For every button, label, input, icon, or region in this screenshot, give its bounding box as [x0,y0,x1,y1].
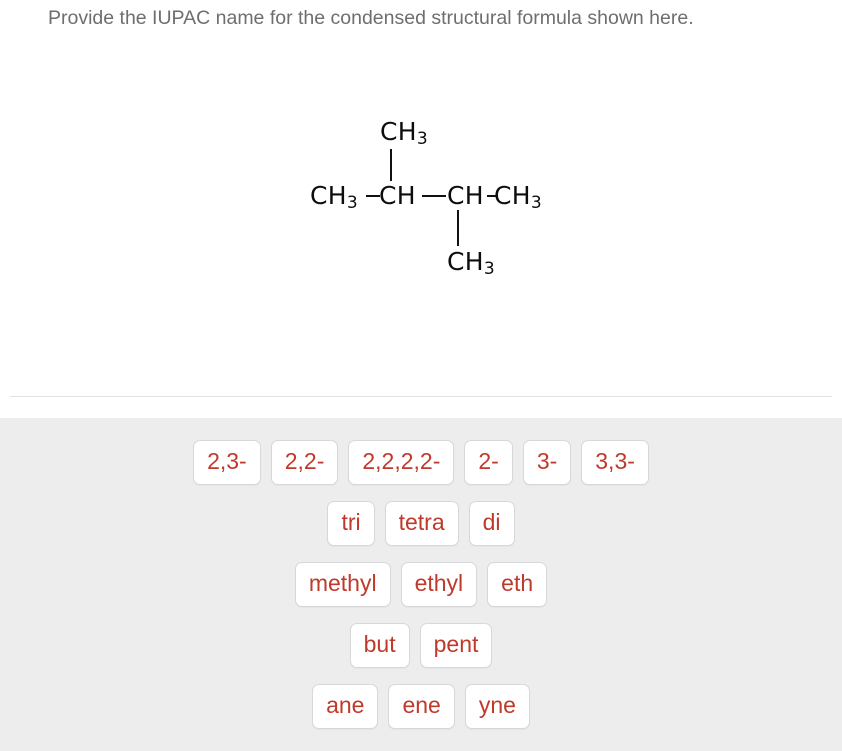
answer-tile[interactable]: 2,2,2,2- [348,440,455,485]
atom-symbol: CH [447,247,484,276]
atom-label: CH [379,183,416,208]
answer-tile[interactable]: tetra [384,501,459,546]
answer-tile[interactable]: tri [327,501,375,546]
bond-line [422,195,446,197]
answer-tile-row: 2,3- 2,2- 2,2,2,2- 2- 3- 3,3- [0,440,842,485]
answer-tile-row: but pent [0,623,842,668]
atom-symbol: CH [380,117,417,146]
bond-line [390,149,392,181]
answer-tile[interactable]: 2- [464,440,513,485]
answer-tile[interactable]: 2,2- [270,440,339,485]
atom-label: CH3 [380,117,428,148]
bond-line [366,195,380,197]
answer-tile[interactable]: yne [464,684,530,729]
answer-tile[interactable]: ethyl [400,562,478,607]
question-area: Provide the IUPAC name for the condensed… [0,0,842,418]
answer-tile-row: ane ene yne [0,684,842,729]
atom-subscript: 3 [530,193,542,213]
atom-symbol: CH [379,181,416,210]
atom-symbol: CH [447,181,484,210]
answer-tile[interactable]: ane [312,684,379,729]
bond-line [457,210,459,246]
answer-tile[interactable]: but [349,623,410,668]
atom-subscript: 3 [416,129,428,149]
answer-tile[interactable]: methyl [294,562,391,607]
answer-tile[interactable]: 3,3- [581,440,649,485]
answer-tile-row: methyl ethyl eth [0,562,842,607]
atom-subscript: 3 [483,259,495,279]
section-divider [10,396,832,397]
atom-label: CH3 [494,181,542,212]
atom-label: CH [447,183,484,208]
atom-subscript: 3 [346,193,358,213]
answer-tile[interactable]: 2,3- [193,440,261,485]
answer-tile[interactable]: pent [419,623,493,668]
answer-tile[interactable]: di [468,501,515,546]
atom-label: CH3 [310,181,358,212]
answer-tile[interactable]: 3- [522,440,572,485]
answer-tile[interactable]: ene [388,684,455,729]
answer-bank-panel: 2,3- 2,2- 2,2,2,2- 2- 3- 3,3- tri tetra di methyl… [0,418,842,751]
atom-label: CH3 [447,247,495,278]
chemical-structure-diagram: CH3 CH3 CH CH CH3 CH3 [0,0,842,360]
atom-symbol: CH [310,181,347,210]
answer-tile-row: tri tetra di [0,501,842,546]
answer-tile[interactable]: eth [487,562,548,607]
atom-symbol: CH [494,181,531,210]
